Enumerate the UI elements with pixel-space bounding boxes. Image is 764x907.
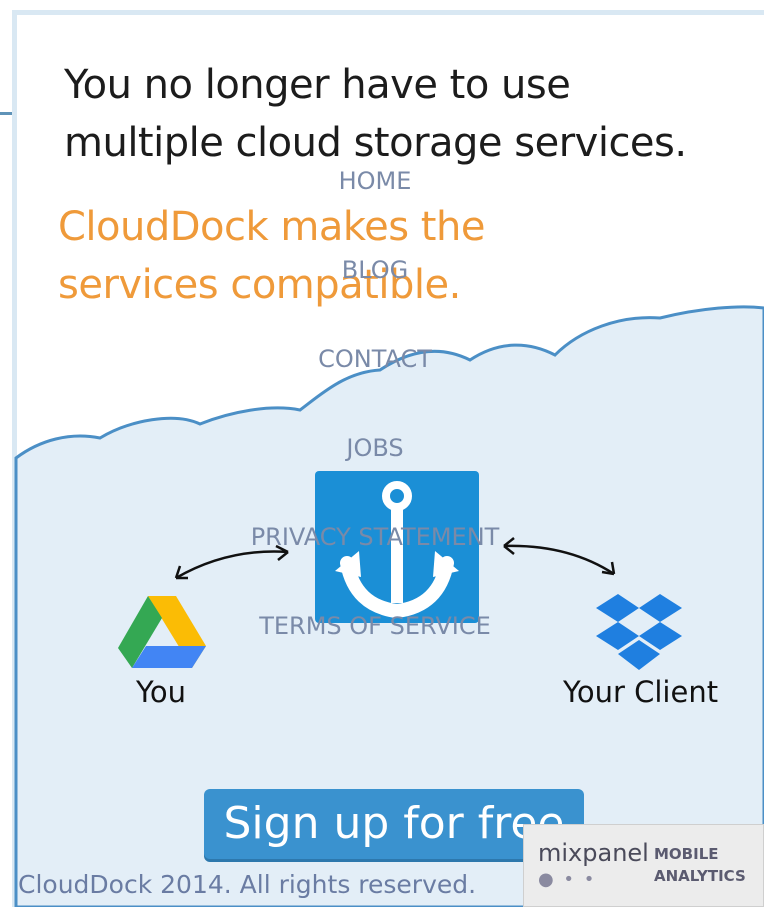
footer-nav: HOME BLOG CONTACT JOBS PRIVACY STATEMENT… bbox=[0, 160, 750, 694]
nav-link-contact[interactable]: CONTACT bbox=[0, 338, 750, 427]
mixpanel-tagline-line-1: MOBILE bbox=[654, 845, 719, 863]
copyright-text: CloudDock 2014. All rights reserved. bbox=[18, 870, 477, 899]
nav-link-privacy[interactable]: PRIVACY STATEMENT bbox=[0, 516, 750, 605]
headline-line-1: You no longer have to use bbox=[64, 62, 571, 108]
page: You no longer have to use multiple cloud… bbox=[0, 0, 764, 907]
nav-link-terms[interactable]: TERMS OF SERVICE bbox=[0, 605, 750, 694]
nav-link-blog[interactable]: BLOG bbox=[0, 249, 750, 338]
nav-link-jobs[interactable]: JOBS bbox=[0, 427, 750, 516]
mixpanel-badge[interactable]: mixpanel ● • • MOBILE ANALYTICS bbox=[523, 824, 764, 907]
mixpanel-tagline-line-2: ANALYTICS bbox=[654, 867, 746, 885]
nav-link-home[interactable]: HOME bbox=[0, 160, 750, 249]
mixpanel-logo: mixpanel bbox=[538, 839, 649, 867]
mixpanel-tagline: MOBILE ANALYTICS bbox=[654, 843, 746, 887]
headline: You no longer have to use multiple cloud… bbox=[64, 56, 724, 172]
mixpanel-dots-icon: ● • • bbox=[538, 869, 597, 890]
